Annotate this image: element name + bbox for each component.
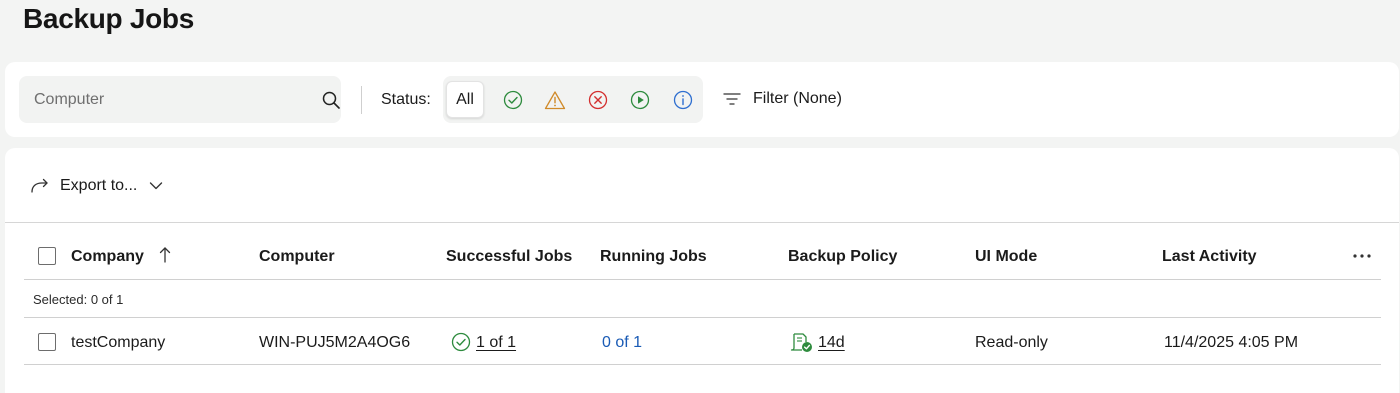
share-arrow-icon xyxy=(31,178,48,193)
check-circle-icon xyxy=(451,332,471,352)
chevron-down-icon xyxy=(150,182,163,190)
search-input[interactable] xyxy=(19,76,299,123)
successful-jobs-link[interactable]: 1 of 1 xyxy=(476,334,516,352)
divider xyxy=(361,86,362,114)
filter-label: Filter (None) xyxy=(753,90,842,107)
export-label: Export to... xyxy=(60,177,138,194)
jobs-table-card: Export to... Company Computer Successful… xyxy=(5,148,1399,393)
error-circle-icon xyxy=(588,90,608,110)
select-all-checkbox[interactable] xyxy=(38,247,56,265)
column-header-backup-policy[interactable]: Backup Policy xyxy=(788,248,897,266)
header-divider xyxy=(24,279,1381,280)
status-warning-button[interactable] xyxy=(544,89,566,111)
filter-button[interactable]: Filter (None) xyxy=(723,87,842,111)
column-header-ui-mode[interactable]: UI Mode xyxy=(975,248,1037,266)
status-filter-group: All xyxy=(443,76,703,123)
column-header-computer[interactable]: Computer xyxy=(259,248,335,266)
backup-policy-link[interactable]: 14d xyxy=(818,334,845,352)
more-options-icon[interactable] xyxy=(1351,248,1373,264)
check-circle-icon xyxy=(503,90,523,110)
play-circle-icon xyxy=(630,90,650,110)
status-error-button[interactable] xyxy=(587,89,609,111)
running-jobs-link[interactable]: 0 of 1 xyxy=(602,334,642,352)
row-divider xyxy=(24,317,1381,318)
column-header-successful-jobs[interactable]: Successful Jobs xyxy=(446,248,572,266)
status-running-button[interactable] xyxy=(629,89,651,111)
selection-count: Selected: 0 of 1 xyxy=(33,292,124,307)
cell-last-activity: 11/4/2025 4:05 PM xyxy=(1164,334,1299,351)
row-checkbox[interactable] xyxy=(38,333,56,351)
status-label: Status: xyxy=(381,91,431,108)
info-circle-icon xyxy=(673,90,693,110)
row-divider xyxy=(24,364,1381,365)
status-info-button[interactable] xyxy=(672,89,694,111)
page-title: Backup Jobs xyxy=(23,3,194,34)
cell-computer: WIN-PUJ5M2A4OG6 xyxy=(259,334,411,351)
warning-triangle-icon xyxy=(544,91,566,110)
search-icon[interactable] xyxy=(322,91,340,109)
column-header-company[interactable]: Company xyxy=(71,248,144,266)
policy-check-icon xyxy=(790,333,812,352)
sort-ascending-icon[interactable] xyxy=(158,246,172,264)
status-success-button[interactable] xyxy=(502,89,524,111)
column-header-running-jobs[interactable]: Running Jobs xyxy=(600,248,707,266)
column-header-last-activity[interactable]: Last Activity xyxy=(1162,248,1257,266)
cell-ui-mode: Read-only xyxy=(975,334,1048,351)
export-button[interactable]: Export to... xyxy=(30,174,163,198)
search-box xyxy=(19,76,341,123)
filter-bar: Status: All xyxy=(5,62,1399,137)
toolbar-divider xyxy=(5,222,1399,223)
filter-lines-icon xyxy=(723,93,741,105)
cell-company: testCompany xyxy=(71,334,166,351)
status-all-button[interactable]: All xyxy=(446,81,484,118)
